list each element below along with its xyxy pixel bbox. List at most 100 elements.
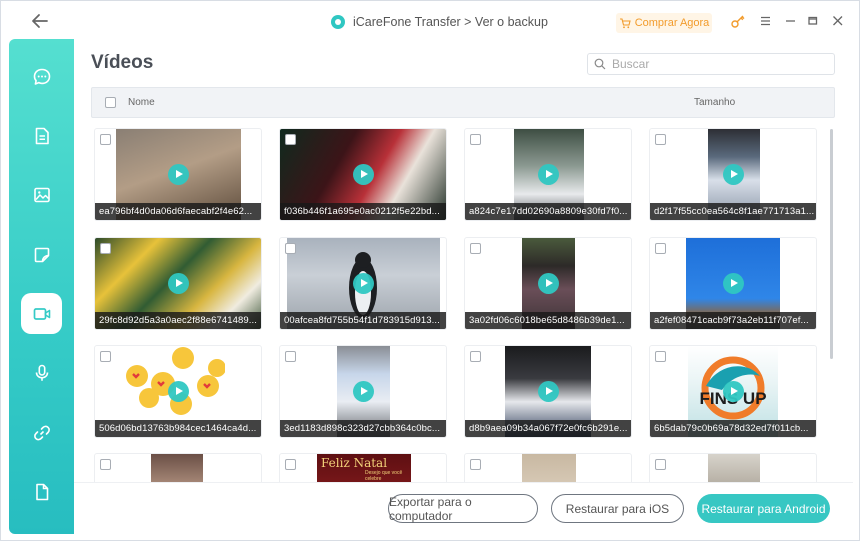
video-filename: 00afcea8fd755b54f1d783915d913...: [280, 312, 446, 329]
play-icon: [168, 381, 189, 402]
video-card[interactable]: a2fef08471cacb9f73a2eb11f707ef...: [649, 237, 817, 330]
search-icon: [594, 58, 606, 70]
microphone-icon: [35, 364, 48, 381]
buy-now-button[interactable]: Comprar Agora: [616, 13, 712, 33]
video-filename: a824c7e17dd02690a8809e30fd7f0...: [465, 203, 631, 220]
search-input[interactable]: [612, 57, 822, 71]
video-filename: d8b9aea09b34a067f72e0fc6b291e...: [465, 420, 631, 437]
play-icon: [723, 273, 744, 294]
video-checkbox[interactable]: [285, 459, 296, 470]
video-filename: a2fef08471cacb9f73a2eb11f707ef...: [650, 312, 816, 329]
play-icon: [353, 381, 374, 402]
play-icon: [538, 273, 559, 294]
video-card[interactable]: FINS UP 6b5dab79c0b69a78d32ed7f011cb...: [649, 345, 817, 438]
video-checkbox[interactable]: [285, 351, 296, 362]
video-checkbox[interactable]: [655, 351, 666, 362]
video-checkbox[interactable]: [655, 134, 666, 145]
video-checkbox[interactable]: [655, 459, 666, 470]
column-name-header: Nome: [128, 97, 155, 108]
video-checkbox[interactable]: [470, 243, 481, 254]
video-card[interactable]: 506d06bd13763b984cec1464ca4d...: [94, 345, 262, 438]
video-card[interactable]: 00afcea8fd755b54f1d783915d913...: [279, 237, 447, 330]
video-card[interactable]: d2f17f55cc0ea564c8f1ae771713a1...: [649, 128, 817, 221]
play-icon: [538, 164, 559, 185]
video-filename: 29fc8d92d5a3a0aec2f88e6741489...: [95, 312, 261, 329]
play-icon: [168, 273, 189, 294]
video-checkbox[interactable]: [285, 243, 296, 254]
sidebar-item-videos[interactable]: [21, 293, 62, 334]
main-panel: Vídeos Nome Tamanho ea796bf4d0da06d6faec…: [74, 39, 853, 534]
video-card[interactable]: [464, 453, 632, 482]
video-thumbnail: [151, 454, 203, 482]
video-card[interactable]: [94, 453, 262, 482]
video-thumbnail: [708, 454, 760, 482]
window-title: iCareFone Transfer > Ver o backup: [331, 12, 548, 32]
window-title-text: iCareFone Transfer > Ver o backup: [353, 15, 548, 29]
minimize-icon[interactable]: [783, 13, 799, 29]
video-filename: 3a02fd06c6018be65d8486b39de1...: [465, 312, 631, 329]
sidebar-item-stickers[interactable]: [21, 234, 62, 275]
page-title: Vídeos: [91, 52, 154, 73]
video-card[interactable]: [649, 453, 817, 482]
play-icon: [353, 273, 374, 294]
sidebar: [9, 39, 74, 534]
select-all-checkbox[interactable]: [105, 97, 116, 108]
video-checkbox[interactable]: [470, 459, 481, 470]
app-logo-icon: [331, 15, 345, 29]
link-icon: [33, 425, 50, 440]
thumbnail-overlay-subtitle: Desejo que você celebre: [365, 470, 403, 482]
search-box[interactable]: [587, 53, 835, 75]
file-icon: [35, 483, 48, 500]
video-checkbox[interactable]: [470, 351, 481, 362]
column-size-header: Tamanho: [694, 97, 736, 108]
menu-icon[interactable]: [758, 13, 774, 29]
cart-icon: [619, 17, 631, 28]
restore-to-android-button[interactable]: Restaurar para Android: [697, 494, 830, 523]
thumbnail-overlay-title: Feliz Natal: [321, 456, 388, 470]
footer-bar: Exportar para o computador Restaurar par…: [74, 482, 853, 534]
chat-icon: [33, 68, 50, 85]
maximize-icon[interactable]: [805, 13, 821, 29]
video-card[interactable]: 3a02fd06c6018be65d8486b39de1...: [464, 237, 632, 330]
sidebar-item-files[interactable]: [21, 471, 62, 512]
buy-now-label: Comprar Agora: [634, 17, 710, 29]
back-arrow-icon[interactable]: [27, 11, 53, 31]
video-card[interactable]: 29fc8d92d5a3a0aec2f88e6741489...: [94, 237, 262, 330]
video-checkbox[interactable]: [470, 134, 481, 145]
video-filename: 3ed1183d898c323d27cbb364c0bc...: [280, 420, 446, 437]
video-filename: ea796bf4d0da06d6faecabf2f4e62...: [95, 203, 261, 220]
image-icon: [33, 187, 50, 202]
app-window: iCareFone Transfer > Ver o backup Compra…: [0, 0, 860, 541]
video-checkbox[interactable]: [100, 351, 111, 362]
play-icon: [723, 164, 744, 185]
video-checkbox[interactable]: [100, 459, 111, 470]
sidebar-item-photos[interactable]: [21, 174, 62, 215]
sidebar-item-links[interactable]: [21, 412, 62, 453]
video-card[interactable]: d8b9aea09b34a067f72e0fc6b291e...: [464, 345, 632, 438]
sticker-icon: [34, 247, 49, 262]
play-icon: [538, 381, 559, 402]
video-checkbox[interactable]: [655, 243, 666, 254]
sidebar-item-messages[interactable]: [21, 56, 62, 97]
video-checkbox[interactable]: [285, 134, 296, 145]
export-to-computer-button[interactable]: Exportar para o computador: [388, 494, 538, 523]
sidebar-item-documents[interactable]: [21, 115, 62, 156]
key-icon[interactable]: [730, 13, 746, 29]
video-card[interactable]: a824c7e17dd02690a8809e30fd7f0...: [464, 128, 632, 221]
play-icon: [353, 164, 374, 185]
play-icon: [723, 381, 744, 402]
video-checkbox[interactable]: [100, 134, 111, 145]
video-grid: ea796bf4d0da06d6faecabf2f4e62... f036b44…: [91, 124, 837, 482]
grid-scrollbar[interactable]: [830, 129, 833, 359]
video-card[interactable]: Feliz Natal Desejo que você celebre: [279, 453, 447, 482]
document-icon: [35, 127, 49, 144]
video-card[interactable]: f036b446f1a695e0ac0212f5e22bd...: [279, 128, 447, 221]
close-icon[interactable]: [830, 13, 846, 29]
video-checkbox[interactable]: [100, 243, 111, 254]
video-card[interactable]: 3ed1183d898c323d27cbb364c0bc...: [279, 345, 447, 438]
video-card[interactable]: ea796bf4d0da06d6faecabf2f4e62...: [94, 128, 262, 221]
restore-to-ios-button[interactable]: Restaurar para iOS: [551, 494, 684, 523]
sidebar-item-audio[interactable]: [21, 352, 62, 393]
video-camera-icon: [33, 307, 50, 320]
play-icon: [168, 164, 189, 185]
